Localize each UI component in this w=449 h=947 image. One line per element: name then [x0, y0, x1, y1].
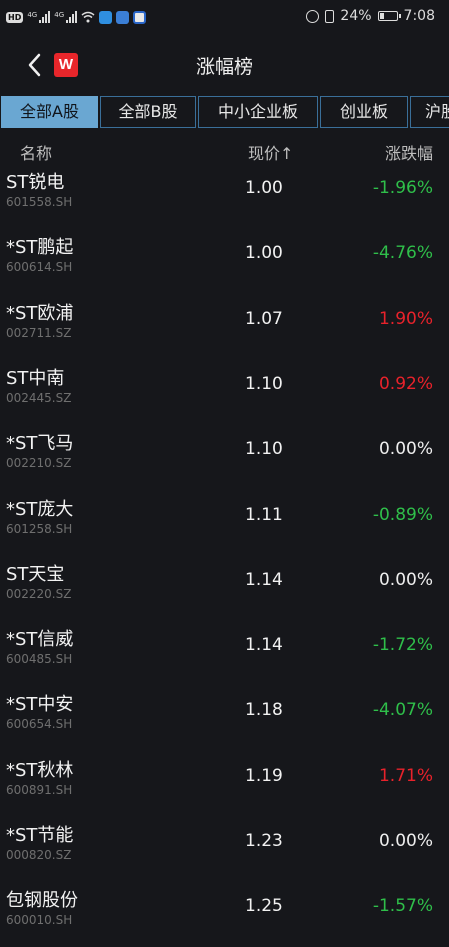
- stock-row[interactable]: *ST欧浦 002711.SZ 1.07 1.90%: [0, 295, 449, 360]
- stock-row[interactable]: *ST节能 000820.SZ 1.23 0.00%: [0, 817, 449, 882]
- stock-code: 002445.SZ: [6, 390, 72, 405]
- stock-price: 1.07: [245, 308, 283, 329]
- stock-price: 1.14: [245, 569, 283, 590]
- stock-change: -4.07%: [372, 700, 433, 721]
- app-notification-icon: [116, 10, 130, 24]
- tab-sme-board[interactable]: 中小企业板: [198, 96, 318, 128]
- stock-price: 1.14: [245, 635, 283, 656]
- stock-row[interactable]: *ST庞大 601258.SH 1.11 -0.89%: [0, 491, 449, 556]
- column-change[interactable]: 涨跌幅: [385, 140, 433, 164]
- tab-all-b-shares[interactable]: 全部B股: [100, 96, 196, 128]
- stock-price: 1.10: [245, 373, 283, 394]
- column-header: 名称 现价↑ 涨跌幅: [0, 136, 449, 164]
- stock-code: 600614.SH: [6, 260, 73, 275]
- stock-code: 601258.SH: [6, 521, 73, 536]
- column-price-sort[interactable]: 现价↑: [248, 140, 293, 164]
- stock-change: 0.00%: [378, 569, 433, 590]
- signal-2-label: 4G: [54, 11, 65, 19]
- stock-name: ST中南: [6, 367, 65, 389]
- battery-icon: [377, 11, 401, 21]
- tab-all-a-shares[interactable]: 全部A股: [1, 96, 98, 128]
- stock-change: -1.96%: [372, 178, 433, 198]
- alarm-icon: [306, 9, 320, 23]
- stock-name: ST锐电: [6, 172, 65, 193]
- column-name[interactable]: 名称: [20, 140, 52, 164]
- stock-change: -1.57%: [372, 896, 433, 917]
- stock-name: *ST飞马: [6, 433, 74, 455]
- stock-change: 1.90%: [378, 308, 433, 329]
- page-title: 涨幅榜: [195, 56, 253, 78]
- battery-percent: 24%: [340, 8, 372, 24]
- stock-code: 600485.SH: [6, 652, 73, 667]
- stock-name: *ST中安: [6, 694, 74, 716]
- stock-name: *ST秋林: [6, 759, 74, 781]
- tab-chinext[interactable]: 创业板: [320, 96, 408, 128]
- signal-strength-icon: 4G: [27, 11, 51, 23]
- stock-row[interactable]: *ST中安 600654.SH 1.18 -4.07%: [0, 686, 449, 751]
- hd-badge: HD: [6, 11, 24, 23]
- stock-price: 1.19: [245, 765, 283, 786]
- stock-change: 1.71%: [378, 765, 433, 786]
- stock-row[interactable]: *ST信威 600485.SH 1.14 -1.72%: [0, 621, 449, 686]
- stock-price: 1.00: [245, 243, 283, 264]
- stock-change: 0.00%: [378, 439, 433, 460]
- status-bar: HD 4G 4G 24% 7:08: [0, 0, 449, 34]
- vibrate-icon: [325, 9, 335, 23]
- stock-code: 002210.SZ: [6, 456, 72, 471]
- stock-row[interactable]: ST锐电 601558.SH 1.00 -1.96%: [0, 164, 449, 229]
- wifi-icon: [81, 11, 95, 23]
- stock-change: -0.89%: [372, 504, 433, 525]
- app-notification-icon: [133, 10, 147, 24]
- battery-fill: [379, 13, 384, 19]
- stock-name: *ST节能: [6, 825, 74, 846]
- stock-row[interactable]: *ST鹏起 600614.SH 1.00 -4.76%: [0, 229, 449, 294]
- stock-change: 0.00%: [378, 831, 433, 851]
- stock-code: 601558.SH: [6, 195, 73, 209]
- status-right-icons: 24% 7:08: [306, 8, 435, 24]
- stock-change: 0.92%: [378, 373, 433, 394]
- stock-name: *ST欧浦: [6, 302, 74, 324]
- stock-price: 1.00: [245, 178, 283, 198]
- tab-shanghai[interactable]: 沪股: [410, 96, 449, 128]
- stock-price: 1.23: [245, 831, 283, 851]
- stock-price: 1.11: [245, 504, 283, 525]
- market-tabs: 全部A股 全部B股 中小企业板 创业板 沪股: [0, 96, 449, 128]
- stock-code: 600010.SH: [6, 913, 73, 928]
- stock-name: 包钢股份: [6, 890, 78, 912]
- stock-price: 1.25: [245, 896, 283, 917]
- status-left-icons: HD 4G 4G: [6, 9, 147, 25]
- stock-row[interactable]: ST天宝 002220.SZ 1.14 0.00%: [0, 556, 449, 621]
- stock-name: ST天宝: [6, 563, 65, 585]
- stock-name: *ST鹏起: [6, 237, 74, 259]
- clock: 7:08: [403, 8, 435, 24]
- stock-name: *ST信威: [6, 629, 74, 651]
- stock-row[interactable]: ST中南 002445.SZ 1.10 0.92%: [0, 360, 449, 425]
- stock-change: -4.76%: [372, 243, 433, 264]
- stock-code: 000820.SZ: [6, 848, 72, 862]
- stock-row[interactable]: 包钢股份 600010.SH 1.25 -1.57%: [0, 882, 449, 947]
- stock-name: *ST庞大: [6, 498, 74, 520]
- stock-row[interactable]: *ST飞马 002210.SZ 1.10 0.00%: [0, 425, 449, 490]
- stock-row[interactable]: *ST秋林 600891.SH 1.19 1.71%: [0, 752, 449, 817]
- signal-strength-icon: 4G: [54, 11, 78, 23]
- stock-code: 002220.SZ: [6, 586, 72, 601]
- stock-code: 600891.SH: [6, 782, 73, 797]
- stock-price: 1.10: [245, 439, 283, 460]
- signal-1-label: 4G: [27, 11, 38, 19]
- stock-change: -1.72%: [372, 635, 433, 656]
- stock-price: 1.18: [245, 700, 283, 721]
- stock-code: 600654.SH: [6, 717, 73, 732]
- app-notification-icon: [99, 10, 113, 24]
- stock-code: 002711.SZ: [6, 325, 72, 340]
- app-header: W 涨幅榜: [0, 34, 449, 96]
